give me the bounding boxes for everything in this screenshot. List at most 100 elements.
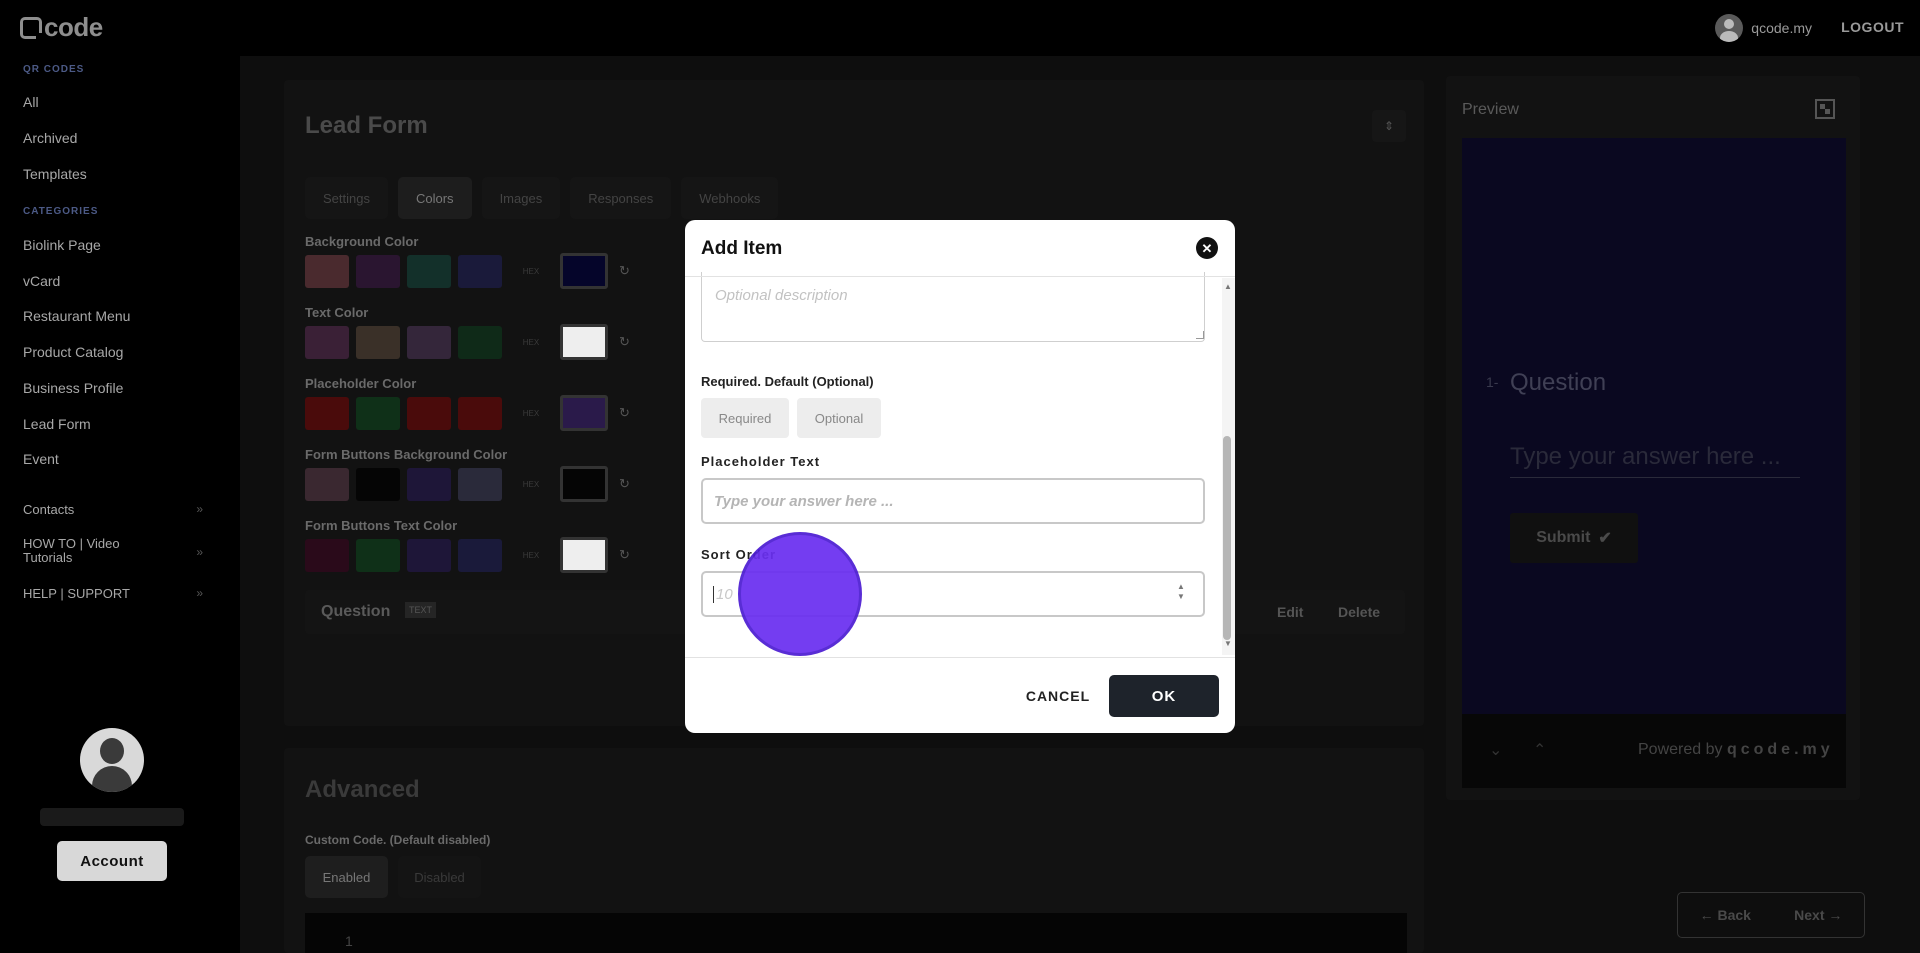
color-swatch[interactable] [458, 325, 502, 359]
sidebar-item-label: Contacts [23, 502, 75, 517]
tab-colors[interactable]: Colors [397, 177, 472, 219]
required-button[interactable]: Required [701, 398, 789, 438]
close-icon[interactable]: ✕ [1196, 237, 1218, 259]
checkmark-icon: ✔ [1598, 530, 1612, 547]
chevron-down-icon[interactable]: ⌄ [1489, 740, 1502, 760]
description-placeholder: Optional description [715, 287, 848, 304]
hex-input[interactable]: HEX [509, 325, 553, 359]
color-picker[interactable] [560, 466, 608, 502]
color-swatch[interactable] [305, 325, 349, 359]
account-button[interactable]: Account [57, 841, 167, 881]
color-picker[interactable] [560, 324, 608, 360]
delete-question-button[interactable]: Delete [1338, 604, 1380, 620]
color-swatch[interactable] [458, 396, 502, 430]
powered-by: Powered by qcode.my [1638, 741, 1834, 759]
preview-submit-button[interactable]: Submit ✔ [1510, 513, 1638, 563]
edit-question-button[interactable]: Edit [1277, 604, 1303, 620]
tab-settings[interactable]: Settings [305, 177, 388, 219]
color-swatch[interactable] [305, 254, 349, 288]
cursor-indicator [738, 532, 862, 656]
chevron-right-icon: » [196, 586, 203, 600]
color-picker[interactable] [560, 253, 608, 289]
sort-arrows-icon: ⇕ [1383, 119, 1395, 133]
preview-title: Preview [1462, 101, 1519, 118]
color-swatch[interactable] [458, 254, 502, 288]
description-textarea[interactable] [701, 272, 1205, 342]
hex-input[interactable]: HEX [509, 396, 553, 430]
sort-order-placeholder: 10 [713, 586, 733, 603]
sidebar-item-archived[interactable]: Archived [23, 130, 77, 146]
sidebar-item-vcard[interactable]: vCard [23, 273, 60, 289]
sidebar-item-business-profile[interactable]: Business Profile [23, 380, 123, 396]
sidebar-item-how-to[interactable]: HOW TO | Video Tutorials » [23, 537, 203, 565]
color-swatch[interactable] [458, 467, 502, 501]
sidebar-item-biolink-page[interactable]: Biolink Page [23, 237, 101, 253]
color-swatch[interactable] [305, 467, 349, 501]
hex-input[interactable]: HEX [509, 538, 553, 572]
color-picker[interactable] [560, 395, 608, 431]
ok-button[interactable]: OK [1109, 675, 1219, 717]
logo-q-icon [20, 16, 43, 40]
color-swatch[interactable] [458, 538, 502, 572]
hex-input[interactable]: HEX [509, 467, 553, 501]
app-logo[interactable]: code [20, 12, 103, 43]
color-swatch[interactable] [407, 467, 451, 501]
custom-code-disabled-button[interactable]: Disabled [398, 856, 481, 898]
color-swatch[interactable] [356, 325, 400, 359]
color-swatch[interactable] [356, 396, 400, 430]
color-swatch[interactable] [356, 538, 400, 572]
number-stepper-icon[interactable]: ▲ ▼ [1177, 582, 1185, 602]
color-swatch[interactable] [305, 396, 349, 430]
sidebar-item-restaurant-menu[interactable]: Restaurant Menu [23, 308, 130, 324]
sidebar-item-templates[interactable]: Templates [23, 166, 87, 182]
user-avatar [1715, 14, 1744, 42]
chevron-right-icon: » [196, 545, 203, 559]
cancel-button[interactable]: CANCEL [1007, 675, 1109, 717]
color-swatch[interactable] [305, 538, 349, 572]
code-editor[interactable]: 1 [305, 913, 1407, 953]
tab-webhooks[interactable]: Webhooks [681, 177, 779, 219]
reset-color-icon[interactable]: ↻ [619, 476, 630, 492]
color-picker[interactable] [560, 537, 608, 573]
user-menu[interactable]: qcode.my [1715, 14, 1812, 42]
color-swatch-row: HEX ↻ [305, 537, 630, 573]
account-avatar [80, 728, 144, 792]
qr-code-icon[interactable] [1815, 99, 1835, 119]
collapse-toggle-button[interactable]: ⇕ [1372, 110, 1406, 142]
color-swatch[interactable] [407, 325, 451, 359]
color-swatch[interactable] [407, 538, 451, 572]
hex-input[interactable]: HEX [509, 254, 553, 288]
next-label: Next [1794, 907, 1825, 923]
back-button[interactable]: ← Back [1700, 907, 1751, 923]
chevron-up-icon[interactable]: ⌃ [1533, 740, 1546, 760]
sidebar-item-product-catalog[interactable]: Product Catalog [23, 344, 123, 360]
reset-color-icon[interactable]: ↻ [619, 547, 630, 563]
reset-color-icon[interactable]: ↻ [619, 263, 630, 279]
tab-images[interactable]: Images [481, 177, 561, 219]
optional-button[interactable]: Optional [797, 398, 881, 438]
sidebar-item-all[interactable]: All [23, 94, 39, 110]
custom-code-enabled-button[interactable]: Enabled [305, 856, 388, 898]
sidebar-item-event[interactable]: Event [23, 451, 59, 467]
logout-link[interactable]: LOGOUT [1841, 19, 1904, 35]
preview-question-number: 1- [1486, 374, 1499, 390]
sidebar-item-lead-form[interactable]: Lead Form [23, 416, 91, 432]
resize-handle-icon[interactable] [1196, 331, 1204, 339]
next-button[interactable]: Next → [1794, 907, 1842, 923]
scroll-up-icon[interactable]: ▲ [1224, 282, 1232, 291]
color-swatch[interactable] [356, 254, 400, 288]
modal-title: Add Item [701, 238, 783, 259]
sidebar-item-help-support[interactable]: HELP | SUPPORT » [23, 586, 203, 601]
color-swatch[interactable] [407, 254, 451, 288]
color-group-label: Text Color [305, 305, 369, 320]
color-swatch[interactable] [356, 467, 400, 501]
color-swatch[interactable] [407, 396, 451, 430]
sidebar-item-contacts[interactable]: Contacts » [23, 502, 203, 517]
scroll-down-icon[interactable]: ▼ [1224, 639, 1232, 648]
scrollbar-thumb[interactable] [1223, 436, 1231, 640]
reset-color-icon[interactable]: ↻ [619, 334, 630, 350]
sidebar-heading-categories: CATEGORIES [23, 206, 99, 217]
tab-responses[interactable]: Responses [570, 177, 672, 219]
preview-answer-input[interactable]: Type your answer here ... [1510, 443, 1800, 478]
reset-color-icon[interactable]: ↻ [619, 405, 630, 421]
